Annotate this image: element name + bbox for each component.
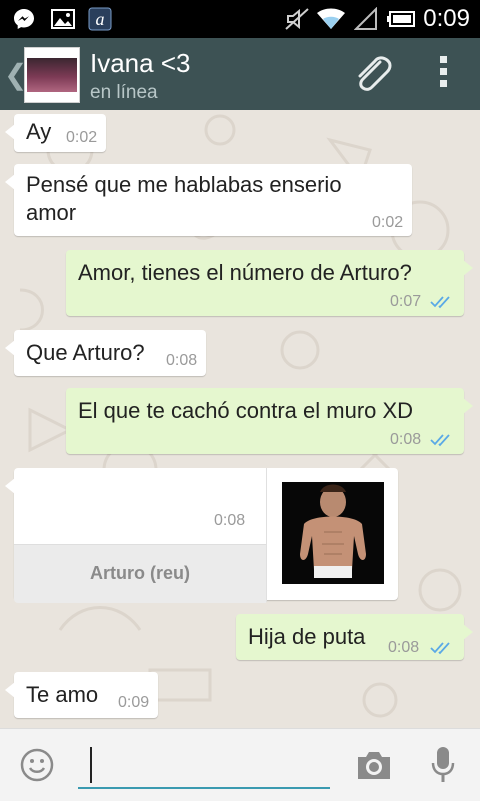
read-ticks-icon <box>430 296 450 309</box>
message-text: Que Arturo? <box>26 340 145 365</box>
mute-icon <box>285 8 309 30</box>
battery-icon <box>387 11 415 27</box>
avatar-photo <box>27 58 77 92</box>
message-text-line1: Pensé que me hablabas enserio <box>26 172 342 197</box>
message-time: 0:09 <box>118 694 150 711</box>
message-time: 0:08 <box>390 431 422 448</box>
wifi-icon <box>317 8 345 29</box>
emoji-icon[interactable] <box>20 748 54 782</box>
camera-icon[interactable] <box>356 749 392 781</box>
message-text: Te amo <box>26 682 99 707</box>
message-time: 0:02 <box>372 214 404 231</box>
contact-card-name-area[interactable]: Arturo (reu) <box>14 544 266 603</box>
gallery-icon <box>51 9 75 29</box>
contact-card-name: Arturo (reu) <box>90 563 190 583</box>
message-text: Ay <box>26 119 52 144</box>
avatar[interactable] <box>24 47 80 103</box>
message-text: El que te cachó contra el muro XD <box>78 398 414 423</box>
message-time: 0:08 <box>388 639 420 656</box>
chat-header[interactable]: ❮ Ivana <3 en línea <box>0 38 480 110</box>
message-time: 0:08 <box>166 352 198 369</box>
message-text: Hija de puta <box>248 624 366 649</box>
message-incoming[interactable]: Pensé que me hablabas enserio amor 0:02 <box>5 164 412 236</box>
paperclip-icon[interactable] <box>350 52 394 96</box>
message-input[interactable] <box>78 741 330 789</box>
app-icon: a <box>88 7 112 31</box>
text-caret <box>90 747 92 783</box>
status-bar: a 0:09 <box>0 0 480 38</box>
contact-card-message[interactable]: 0:08 Arturo (reu) <box>5 468 398 603</box>
message-outgoing[interactable]: Amor, tienes el número de Arturo? 0:07 <box>66 250 473 316</box>
message-incoming[interactable]: Que Arturo? 0:08 <box>5 330 206 376</box>
message-outgoing[interactable]: Hija de puta 0:08 <box>236 614 473 660</box>
microphone-icon[interactable] <box>430 745 456 785</box>
message-time: 0:08 <box>214 512 246 529</box>
message-incoming[interactable]: Te amo 0:09 <box>5 672 158 718</box>
chat-area[interactable]: Ay 0:02 Pensé que me hablabas enserio am… <box>0 110 480 728</box>
message-input-bar <box>0 728 480 801</box>
message-incoming[interactable]: Ay 0:02 <box>5 114 106 152</box>
signal-icon <box>354 7 377 30</box>
message-text-line2: amor <box>26 200 77 225</box>
contact-card-photo[interactable] <box>282 482 384 584</box>
overflow-menu-icon[interactable] <box>436 56 450 94</box>
contact-card-divider <box>266 468 267 602</box>
message-outgoing[interactable]: El que te cachó contra el muro XD 0:08 <box>66 388 473 454</box>
svg-text:a: a <box>96 9 105 29</box>
read-ticks-icon <box>430 642 450 655</box>
message-text: Amor, tienes el número de Arturo? <box>78 260 412 285</box>
message-time: 0:02 <box>66 129 98 146</box>
status-time: 0:09 <box>423 5 470 32</box>
read-ticks-icon <box>430 434 450 447</box>
contact-status: en línea <box>90 82 158 103</box>
contact-name[interactable]: Ivana <3 <box>90 48 190 79</box>
message-time: 0:07 <box>390 293 422 310</box>
messenger-icon <box>14 9 34 29</box>
